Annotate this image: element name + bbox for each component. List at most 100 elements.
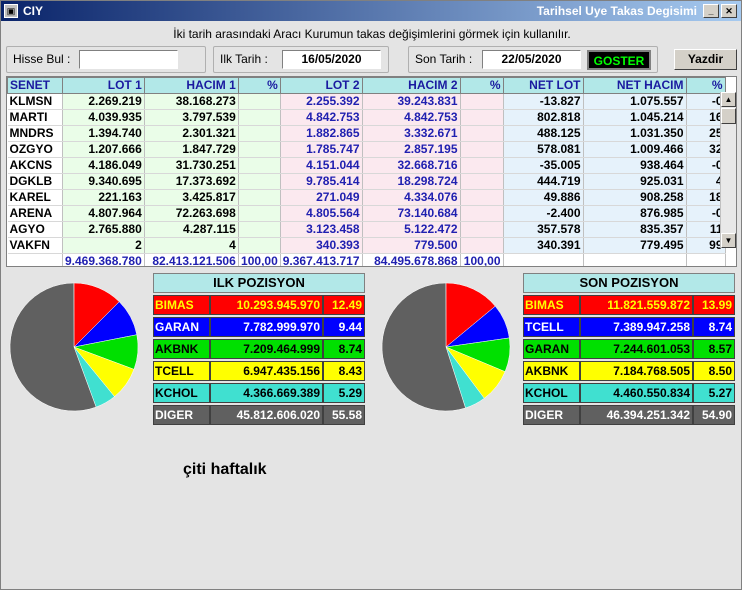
totals-cell: 9.367.413.717 [280,253,363,266]
app-icon[interactable]: ▣ [4,4,18,18]
ilk-tarih-input[interactable]: 16/05/2020 [282,50,381,69]
info-text: İki tarih arasındaki Aracı Kurumun takas… [173,27,571,41]
hisse-input[interactable] [79,50,178,69]
table-cell: 4 [144,237,239,254]
table-cell: VAKFN [7,237,63,254]
pozisyon-pct: 9.44 [323,317,365,337]
table-cell: 1.847.729 [144,141,239,158]
table-cell: 4.039.935 [62,109,145,126]
table-cell [460,221,504,238]
table-cell: 3.123.458 [280,221,363,238]
totals-cell: 100,00 [460,253,504,266]
table-cell [238,173,281,190]
table-cell: 17.373.692 [144,173,239,190]
pozisyon-pct: 5.27 [693,383,735,403]
yazdir-button[interactable]: Yazdir [674,49,737,70]
table-row[interactable]: DGKLB 9.340.695 17.373.692 9.785.414 18.298.… [7,173,726,190]
table-row[interactable]: ARENA 4.807.964 72.263.698 4.805.564 73.140.… [7,205,726,222]
header-pct1[interactable]: % [237,77,281,94]
close-button[interactable]: ✕ [721,4,737,18]
scroll-thumb[interactable] [721,108,736,124]
table-cell: DGKLB [7,173,63,190]
table-cell [238,109,281,126]
table-cell: -35.005 [503,157,584,174]
table-cell: 5.122.472 [362,221,461,238]
table-cell: 31.730.251 [144,157,239,174]
table-cell [238,205,281,222]
header-pct2[interactable]: % [459,77,504,94]
goster-button[interactable]: GOSTER [587,50,651,70]
table-cell: 802.818 [503,109,584,126]
header-netlot[interactable]: NET LOT [502,77,584,94]
table-cell: 72.263.698 [144,205,239,222]
pozisyon-value: 7.389.947.258 [580,317,693,337]
table-row[interactable]: MNDRS 1.394.740 2.301.321 1.882.865 3.332.67… [7,125,726,142]
table-row[interactable]: VAKFN 2 4 340.393 779.500 340.391 779.495 99 [7,237,726,254]
table-cell [460,141,504,158]
table-cell [238,189,281,206]
son-row-bimas: BIMAS 11.821.559.872 13.99 [523,295,735,315]
pozisyon-pct: 54.90 [693,405,735,425]
pozisyon-name: AKBNK [523,361,580,381]
ilk-pozisyon-title: ILK POZISYON [153,273,365,293]
son-pozisyon-panel: SON POZISYON BIMAS 11.821.559.872 13.99 TCE… [523,273,735,425]
pozisyon-name: BIMAS [153,295,210,315]
totals-cell [7,253,63,266]
table-row[interactable]: AKCNS 4.186.049 31.730.251 4.151.044 32.668.… [7,157,726,174]
table-cell [238,125,281,142]
table-cell: KLMSN [7,93,63,110]
table-cell: OZGYO [7,141,63,158]
table-cell [460,125,504,142]
grid-scrollbar[interactable]: ▲ ▼ [720,92,736,248]
table-cell: ARENA [7,205,63,222]
totals-cell [686,253,726,266]
table-row[interactable]: AGYO 2.765.880 4.287.115 3.123.458 5.122.472… [7,221,726,238]
table-cell: 340.391 [503,237,584,254]
table-cell [460,205,504,222]
header-lot2[interactable]: LOT 2 [279,77,363,94]
table-row[interactable]: MARTI 4.039.935 3.797.539 4.842.753 4.842.75… [7,109,726,126]
table-cell: 908.258 [583,189,687,206]
son-tarih-input[interactable]: 22/05/2020 [482,50,581,69]
table-row[interactable]: OZGYO 1.207.666 1.847.729 1.785.747 2.857.19… [7,141,726,158]
table-cell [460,157,504,174]
scroll-up-icon[interactable]: ▲ [721,92,736,107]
son-tarih-label: Son Tarih : [415,52,473,66]
table-cell: KAREL [7,189,63,206]
table-cell: 271.049 [280,189,363,206]
pozisyon-value: 7.209.464.999 [210,339,323,359]
scroll-down-icon[interactable]: ▼ [721,233,736,248]
table-row[interactable]: KAREL 221.163 3.425.817 271.049 4.334.076 49.… [7,189,726,206]
table-row[interactable]: KLMSN 2.269.219 38.168.273 2.255.392 39.243.… [7,93,726,110]
pozisyon-value: 11.821.559.872 [580,295,693,315]
header-hacim1[interactable]: HACIM 1 [143,77,239,94]
header-senet[interactable]: SENET [7,77,63,94]
table-cell: MNDRS [7,125,63,142]
table-cell: 2.765.880 [62,221,145,238]
table-cell: AKCNS [7,157,63,174]
table-cell [238,141,281,158]
takas-grid: SENET LOT 1 HACIM 1 % LOT 2 HACIM 2 % NE… [6,76,737,267]
minimize-button[interactable]: _ [703,4,719,18]
header-hacim2[interactable]: HACIM 2 [361,77,461,94]
table-cell: 49.886 [503,189,584,206]
pozisyon-value: 7.184.768.505 [580,361,693,381]
table-cell: 73.140.684 [362,205,461,222]
table-cell: 444.719 [503,173,584,190]
ilk-row-tcell: TCELL 6.947.435.156 8.43 [153,361,365,381]
table-cell: 38.168.273 [144,93,239,110]
pozisyon-value: 46.394.251.342 [580,405,693,425]
table-cell: 1.045.214 [583,109,687,126]
pozisyon-pct: 55.58 [323,405,365,425]
son-pozisyon-title: SON POZISYON [523,273,735,293]
table-cell: 488.125 [503,125,584,142]
table-cell [238,221,281,238]
table-cell: 2.857.195 [362,141,461,158]
header-nethacim[interactable]: NET HACIM [582,77,687,94]
window-title: CIY [23,4,44,18]
pozisyon-name: GARAN [523,339,580,359]
table-cell [460,189,504,206]
header-lot1[interactable]: LOT 1 [62,77,145,94]
title-bar: ▣ CIY Tarihsel Uye Takas Degisimi _ ✕ [1,1,741,21]
son-row-diger: DIGER 46.394.251.342 54.90 [523,405,735,425]
